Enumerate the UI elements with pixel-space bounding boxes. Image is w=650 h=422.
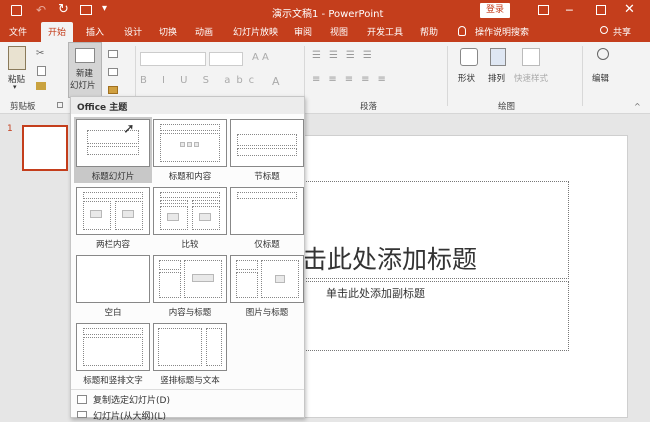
new-slide-label-1: 新建 bbox=[76, 69, 94, 79]
layout-blank[interactable] bbox=[76, 255, 150, 303]
layout-content-caption[interactable] bbox=[153, 255, 227, 303]
layout-label: 内容与标题 bbox=[168, 308, 212, 318]
gallery-header-bar: Office 主题 bbox=[71, 97, 304, 114]
ribbon-tabs: 文件 开始 插入 设计 切换 动画 幻灯片放映 审阅 视图 开发工具 帮助 操作… bbox=[0, 22, 650, 42]
tab-review[interactable]: 审阅 bbox=[294, 25, 312, 38]
save-icon[interactable] bbox=[11, 5, 22, 16]
undo-icon[interactable]: ↶ bbox=[36, 3, 46, 17]
login-button[interactable]: 登录 bbox=[480, 3, 510, 18]
duplicate-slide-icon bbox=[77, 395, 87, 404]
layout-label: 空白 bbox=[104, 308, 122, 318]
search-icon[interactable] bbox=[597, 48, 609, 60]
title-placeholder-text: 击此处添加标题 bbox=[302, 245, 478, 274]
tab-insert[interactable]: 插入 bbox=[86, 25, 104, 38]
new-slide-label-2: 幻灯片 bbox=[70, 81, 96, 91]
arrange-icon[interactable] bbox=[490, 48, 506, 66]
arrange-button[interactable]: 排列 bbox=[488, 72, 505, 84]
layout-label: 竖排标题与文本 bbox=[160, 376, 220, 386]
new-slide-dropdown: Office 主题 ➚ 标题幻灯片 标题和内容 节标题 两栏内容 比较 仅标题 bbox=[70, 96, 305, 422]
font-format-icons[interactable]: B I U S abc bbox=[140, 75, 260, 86]
reset-icon[interactable] bbox=[108, 68, 118, 76]
layout-title-only[interactable] bbox=[230, 187, 304, 235]
bullets-icon[interactable]: ☰☰☰☰ bbox=[312, 50, 380, 61]
clipboard-group-label: 剪贴板 bbox=[10, 102, 36, 112]
layout-two-content[interactable] bbox=[76, 187, 150, 235]
tab-home[interactable]: 开始 bbox=[41, 22, 74, 42]
cut-icon[interactable]: ✂ bbox=[36, 48, 44, 59]
tell-me-search[interactable]: 操作说明搜索 bbox=[475, 25, 529, 38]
layout-title-slide[interactable] bbox=[76, 119, 150, 167]
tab-transitions[interactable]: 切换 bbox=[159, 25, 177, 38]
paste-arrow-icon[interactable]: ▾ bbox=[13, 83, 17, 91]
layout-title-vertical-text[interactable] bbox=[76, 323, 150, 371]
ribbon-display-icon[interactable] bbox=[538, 5, 549, 15]
window-title: 演示文稿1 - PowerPoint bbox=[272, 9, 384, 20]
close-icon[interactable]: ✕ bbox=[624, 2, 635, 17]
quick-styles-button[interactable]: 快速样式 bbox=[514, 72, 548, 84]
slideshow-icon[interactable] bbox=[80, 5, 92, 15]
collapse-ribbon-icon[interactable]: ^ bbox=[634, 102, 641, 111]
layout-label: 两栏内容 bbox=[95, 240, 130, 250]
grow-font-icon[interactable]: A A bbox=[252, 52, 269, 63]
edit-button[interactable]: 编辑 bbox=[592, 72, 609, 84]
share-button[interactable]: 共享 bbox=[613, 25, 631, 38]
tab-view[interactable]: 视图 bbox=[330, 25, 348, 38]
layout-label: 比较 bbox=[181, 240, 199, 250]
layout-label: 仅标题 bbox=[254, 240, 280, 250]
thumbnail-number: 1 bbox=[7, 124, 13, 134]
format-painter-icon[interactable] bbox=[36, 82, 46, 90]
layout-picture-caption[interactable] bbox=[230, 255, 304, 303]
align-icons[interactable]: ≡≡≡≡≡ bbox=[312, 74, 394, 85]
title-placeholder[interactable]: 击此处添加标题 bbox=[301, 181, 569, 279]
redo-icon[interactable]: ↻ bbox=[58, 2, 69, 17]
shape-icon[interactable] bbox=[460, 48, 478, 66]
layout-label: 图片与标题 bbox=[245, 308, 289, 318]
tab-slideshow[interactable]: 幻灯片放映 bbox=[233, 25, 278, 38]
layout-section-header[interactable] bbox=[230, 119, 304, 167]
slide-thumbnail[interactable] bbox=[22, 125, 68, 171]
tab-developer[interactable]: 开发工具 bbox=[367, 25, 403, 38]
outline-icon bbox=[77, 411, 87, 418]
layout-icon[interactable] bbox=[108, 50, 118, 58]
font-name-box[interactable] bbox=[140, 52, 206, 66]
lightbulb-icon bbox=[458, 26, 466, 36]
section-icon[interactable] bbox=[108, 86, 118, 94]
tab-help[interactable]: 帮助 bbox=[420, 25, 438, 38]
maximize-icon[interactable] bbox=[596, 5, 606, 15]
new-slide-button[interactable]: 新建 幻灯片 bbox=[68, 42, 102, 98]
clipboard-launcher-icon[interactable] bbox=[57, 102, 63, 108]
new-slide-icon bbox=[75, 48, 95, 63]
layout-title-content[interactable] bbox=[153, 119, 227, 167]
quick-styles-icon[interactable] bbox=[522, 48, 540, 66]
paste-icon[interactable] bbox=[8, 46, 26, 70]
title-bar: ↶ ↻ ▾ 演示文稿1 - PowerPoint 登录 ─ ✕ bbox=[0, 0, 650, 22]
layout-label: 节标题 bbox=[254, 172, 280, 182]
menu-slides-from-outline[interactable]: 幻灯片(从大纲)(L) bbox=[93, 409, 166, 422]
gallery-header: Office 主题 bbox=[77, 103, 128, 113]
menu-duplicate-slide[interactable]: 复制选定幻灯片(D) bbox=[93, 393, 170, 406]
layout-comparison[interactable] bbox=[153, 187, 227, 235]
font-size-box[interactable] bbox=[209, 52, 243, 66]
subtitle-placeholder-text: 单击此处添加副标题 bbox=[326, 287, 425, 300]
tab-animations[interactable]: 动画 bbox=[195, 25, 213, 38]
minimize-icon[interactable]: ─ bbox=[566, 4, 573, 17]
qat-more-icon[interactable]: ▾ bbox=[102, 3, 107, 14]
copy-icon[interactable] bbox=[37, 66, 46, 76]
drawing-group-label: 绘图 bbox=[498, 102, 516, 112]
font-color-icon[interactable]: A bbox=[272, 75, 280, 88]
tab-design[interactable]: 设计 bbox=[124, 25, 142, 38]
layout-label: 标题幻灯片 bbox=[91, 172, 135, 182]
subtitle-placeholder[interactable]: 单击此处添加副标题 bbox=[301, 281, 569, 351]
tab-file[interactable]: 文件 bbox=[9, 25, 27, 38]
layout-label: 标题和内容 bbox=[168, 172, 212, 182]
share-icon bbox=[600, 26, 608, 34]
paragraph-group-label: 段落 bbox=[360, 102, 378, 112]
layout-label: 标题和竖排文字 bbox=[83, 376, 143, 386]
layout-vertical-title-text[interactable] bbox=[153, 323, 227, 371]
cursor-icon: ➚ bbox=[123, 121, 135, 137]
shape-button[interactable]: 形状 bbox=[458, 72, 475, 84]
